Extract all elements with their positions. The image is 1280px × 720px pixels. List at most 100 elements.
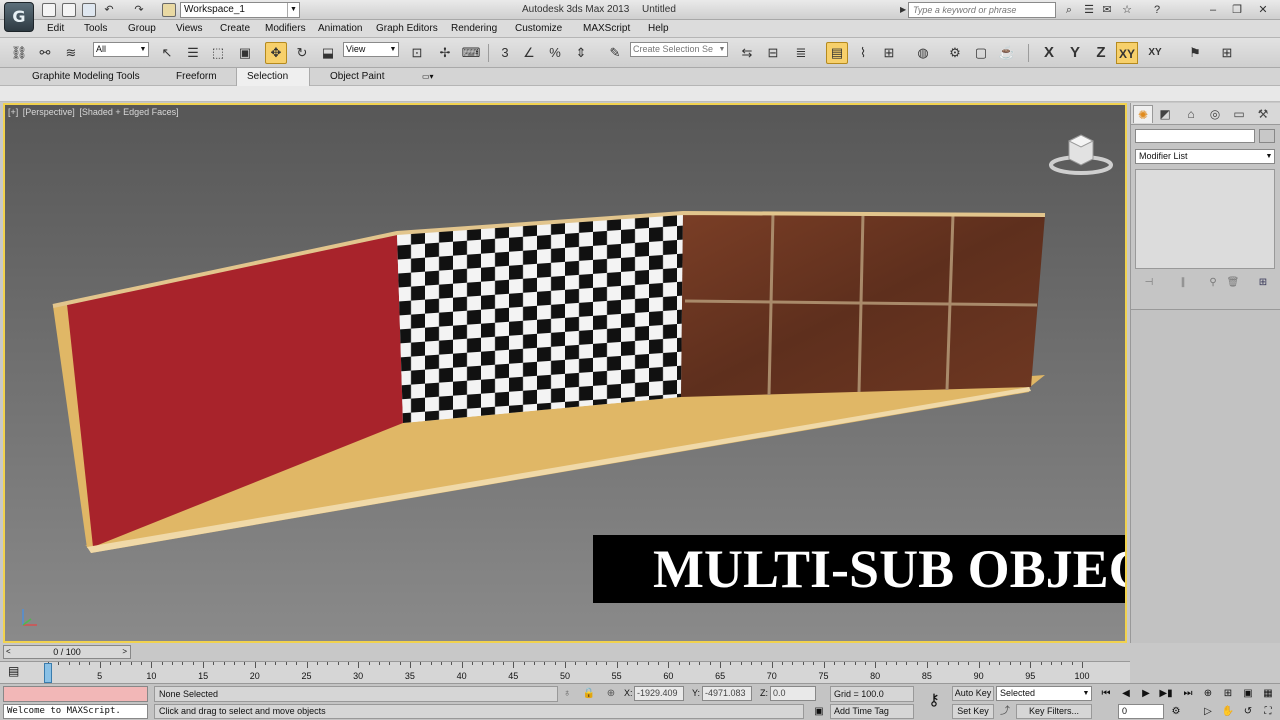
modify-tab-icon[interactable]: ◩	[1155, 105, 1175, 123]
rectangular-selection-icon[interactable]: ⬚	[207, 42, 229, 64]
y-coord-field[interactable]: -4971.083	[702, 686, 752, 701]
link-icon[interactable]: ⛓	[8, 42, 30, 64]
redo-icon[interactable]: ↷	[132, 3, 146, 17]
graphite-toggle-icon[interactable]: ▤	[826, 42, 848, 64]
named-selection-dropdown[interactable]: Create Selection Se ▼	[630, 42, 728, 57]
select-and-rotate-icon[interactable]: ↻	[291, 42, 313, 64]
perspective-viewport[interactable]: [+] [Perspective] [Shaded + Edged Faces]…	[3, 103, 1127, 643]
menu-customize[interactable]: Customize	[515, 23, 562, 34]
play-icon[interactable]: ▶	[1138, 686, 1154, 701]
add-time-tag-button[interactable]: Add Time Tag	[830, 704, 914, 719]
menu-maxscript[interactable]: MAXScript	[583, 23, 630, 34]
set-key-button[interactable]: Set Key	[952, 704, 994, 719]
new-file-icon[interactable]	[42, 3, 56, 17]
render-setup-icon[interactable]: ⚙	[944, 42, 966, 64]
tab-object-paint[interactable]: Object Paint	[320, 68, 394, 86]
axis-x-button[interactable]: X	[1038, 42, 1060, 64]
select-object-icon[interactable]: ↖	[156, 42, 178, 64]
binoculars-icon[interactable]: ⌕	[1062, 3, 1076, 17]
bind-space-warp-icon[interactable]: ≋	[60, 42, 82, 64]
menu-tools[interactable]: Tools	[84, 23, 107, 34]
next-frame-icon[interactable]: ▶▮	[1158, 686, 1174, 701]
axis-z-button[interactable]: Z	[1090, 42, 1112, 64]
current-frame-marker[interactable]	[44, 663, 52, 683]
reference-coordinate-dropdown[interactable]: View ▼	[343, 42, 399, 57]
material-editor-icon[interactable]: ◍	[912, 42, 934, 64]
key-filters-button[interactable]: Key Filters...	[1016, 704, 1092, 719]
hierarchy-tab-icon[interactable]: ⌂	[1181, 105, 1201, 123]
layer-manager-icon[interactable]: ≣	[790, 42, 812, 64]
ribbon-options-icon[interactable]: ▭▾	[412, 68, 444, 86]
align-icon[interactable]: ⊟	[762, 42, 784, 64]
isolate-selection-icon[interactable]: ♁	[560, 687, 574, 701]
current-frame-field[interactable]: 0	[1118, 704, 1164, 719]
make-unique-icon[interactable]: ⚲	[1205, 275, 1221, 291]
select-manipulate-icon[interactable]: ✢	[434, 42, 456, 64]
auto-key-button[interactable]: Auto Key	[952, 686, 994, 701]
toolbar-options-icon[interactable]: ⊞	[1216, 42, 1238, 64]
menu-rendering[interactable]: Rendering	[451, 23, 497, 34]
workspace-dropdown[interactable]: Workspace_1 ▼	[180, 2, 300, 18]
menu-create[interactable]: Create	[220, 23, 250, 34]
track-bar-menu-icon[interactable]: ▤	[8, 664, 19, 678]
maxscript-mini-listener[interactable]: Welcome to MAXScript.	[3, 704, 148, 719]
select-by-name-icon[interactable]: ☰	[182, 42, 204, 64]
close-icon[interactable]: ✕	[1256, 3, 1270, 17]
maximize-viewport-icon[interactable]: ⛶	[1260, 704, 1276, 719]
zoom-all-icon[interactable]: ⊞	[1220, 686, 1236, 701]
selection-lock-icon[interactable]: 🔒	[582, 687, 596, 701]
schematic-view-icon[interactable]: ⊞	[878, 42, 900, 64]
viewcube-icon[interactable]	[1049, 127, 1113, 177]
show-end-result-icon[interactable]: ∥	[1175, 275, 1191, 291]
menu-modifiers[interactable]: Modifiers	[265, 23, 306, 34]
orbit-icon[interactable]: ↺	[1240, 704, 1256, 719]
utilities-tab-icon[interactable]: ⚒	[1253, 105, 1273, 123]
x-coord-field[interactable]: -1929.409	[634, 686, 684, 701]
spinner-snap-icon[interactable]: ⇕	[570, 42, 592, 64]
z-coord-field[interactable]: 0.0	[770, 686, 816, 701]
zoom-extents-icon[interactable]: ▣	[1240, 686, 1256, 701]
mirror-icon[interactable]: ⇆	[736, 42, 758, 64]
favorites-icon[interactable]: ☆	[1120, 3, 1134, 17]
previous-frame-icon[interactable]: ◀	[1118, 686, 1134, 701]
field-of-view-icon[interactable]: ▷	[1200, 704, 1216, 719]
angle-snap-icon[interactable]: ∠	[518, 42, 540, 64]
render-production-icon[interactable]: ☕	[996, 42, 1018, 64]
subscription-icon[interactable]: ☰	[1082, 3, 1096, 17]
absolute-mode-icon[interactable]: ⊕	[604, 687, 618, 701]
selection-filter-dropdown[interactable]: All ▼	[93, 42, 149, 57]
viewport-shading-label[interactable]: [Shaded + Edged Faces]	[79, 107, 178, 117]
modifier-list-dropdown[interactable]: Modifier List ▼	[1135, 149, 1275, 164]
curve-editor-icon[interactable]: ⌇	[852, 42, 874, 64]
configure-modifier-sets-icon[interactable]: ⊞	[1255, 275, 1271, 291]
select-and-move-icon[interactable]: ✥	[265, 42, 287, 64]
axis-y-button[interactable]: Y	[1064, 42, 1086, 64]
key-tangent-icon[interactable]: ⤴	[998, 705, 1012, 719]
time-slider[interactable]: < 0 / 100 >	[3, 645, 131, 659]
open-file-icon[interactable]	[62, 3, 76, 17]
menu-group[interactable]: Group	[128, 23, 156, 34]
zoom-icon[interactable]: ⊕	[1200, 686, 1216, 701]
search-input[interactable]: Type a keyword or phrase	[908, 2, 1056, 18]
axis-xy-cycle-button[interactable]: XY	[1144, 42, 1166, 64]
pan-view-icon[interactable]: ✋	[1220, 704, 1236, 719]
modifier-stack[interactable]	[1135, 169, 1275, 269]
time-tag-icon[interactable]: ▣	[812, 705, 826, 719]
viewport-pov-label[interactable]: [Perspective]	[23, 107, 75, 117]
tab-graphite-modeling-tools[interactable]: Graphite Modeling Tools	[22, 68, 150, 86]
goto-end-icon[interactable]: ⏭	[1180, 686, 1196, 701]
keyboard-shortcut-toggle-icon[interactable]: ⌨	[460, 42, 482, 64]
tab-selection[interactable]: Selection	[236, 68, 310, 86]
pivot-center-icon[interactable]: ⊡	[406, 42, 428, 64]
rendered-frame-window-icon[interactable]: ▢	[970, 42, 992, 64]
time-slider-next-icon[interactable]: >	[122, 646, 127, 658]
undo-icon[interactable]: ↶	[102, 3, 116, 17]
menu-views[interactable]: Views	[176, 23, 203, 34]
axis-xy-button[interactable]: XY	[1116, 42, 1138, 64]
set-key-icon[interactable]: ⚷	[920, 692, 948, 710]
menu-edit[interactable]: Edit	[47, 23, 64, 34]
snaps-toggle-icon[interactable]: 3	[494, 42, 516, 64]
motion-tab-icon[interactable]: ◎	[1205, 105, 1225, 123]
pin-stack-icon[interactable]: ⊣	[1141, 275, 1157, 291]
create-tab-icon[interactable]: ✺	[1133, 105, 1153, 123]
